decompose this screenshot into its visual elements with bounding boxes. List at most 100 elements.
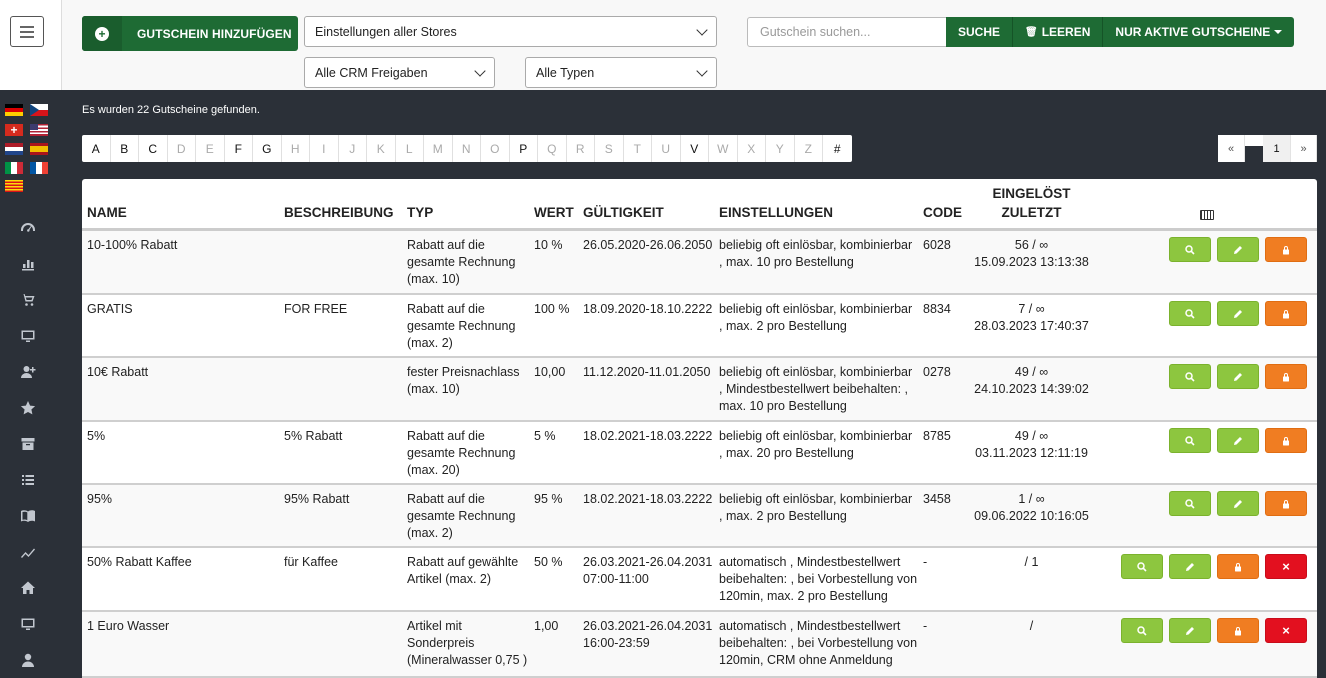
view-button[interactable]	[1121, 618, 1163, 643]
cell-settings: beliebig oft einlösbar, kombinierbar , m…	[719, 429, 913, 461]
clear-button[interactable]: 🗑 LEEREN	[1012, 17, 1102, 47]
search-button[interactable]: SUCHE	[946, 17, 1012, 47]
lock-button[interactable]	[1265, 364, 1307, 389]
alphabet-letter[interactable]: I	[310, 135, 339, 162]
alphabet-letter[interactable]: K	[367, 135, 396, 162]
cell-name: 10-100% Rabatt	[87, 238, 178, 252]
view-button[interactable]	[1169, 301, 1211, 326]
lock-button[interactable]	[1265, 491, 1307, 516]
book-icon[interactable]	[0, 504, 56, 528]
lock-button[interactable]	[1265, 237, 1307, 262]
alphabet-letter[interactable]: S	[595, 135, 624, 162]
col-wert[interactable]: WERT	[534, 205, 574, 220]
delete-button[interactable]: ×	[1265, 618, 1307, 643]
col-settings[interactable]: EINSTELLUNGEN	[719, 205, 833, 220]
store-select[interactable]: Einstellungen aller Stores	[304, 16, 717, 47]
alphabet-letter[interactable]: T	[624, 135, 652, 162]
pager-page[interactable]: 1	[1263, 135, 1291, 162]
alphabet-letter[interactable]: G	[253, 135, 282, 162]
edit-button[interactable]	[1217, 491, 1259, 516]
flag-switzerland-icon[interactable]: +	[5, 124, 23, 136]
alphabet-letter[interactable]: #	[823, 135, 852, 162]
view-button[interactable]	[1169, 237, 1211, 262]
cell-settings: beliebig oft einlösbar, kombinierbar , m…	[719, 238, 913, 270]
alphabet-letter[interactable]: Z	[795, 135, 823, 162]
flag-czech-icon[interactable]	[30, 104, 48, 116]
speedometer-icon[interactable]	[0, 216, 56, 240]
edit-button[interactable]	[1169, 618, 1211, 643]
alphabet-letter[interactable]: X	[738, 135, 766, 162]
col-used[interactable]: EINGELÖST	[964, 186, 1099, 201]
list-icon[interactable]	[0, 468, 56, 492]
flag-italy-icon[interactable]	[5, 162, 23, 174]
alphabet-letter[interactable]: Q	[538, 135, 567, 162]
flag-usa-icon[interactable]	[30, 124, 48, 136]
alphabet-letter[interactable]: A	[82, 135, 111, 162]
add-user-icon[interactable]	[0, 360, 56, 384]
edit-button[interactable]	[1217, 237, 1259, 262]
pager-next[interactable]: »	[1291, 135, 1317, 162]
keyboard-icon[interactable]	[1200, 210, 1214, 220]
lock-button[interactable]	[1217, 554, 1259, 579]
alphabet-letter[interactable]: J	[339, 135, 367, 162]
alphabet-letter[interactable]: F	[225, 135, 253, 162]
alphabet-letter[interactable]: L	[396, 135, 424, 162]
alphabet-letter[interactable]: P	[510, 135, 538, 162]
col-desc[interactable]: BESCHREIBUNG	[284, 205, 394, 220]
alphabet-letter[interactable]: Y	[766, 135, 795, 162]
lock-button[interactable]	[1265, 428, 1307, 453]
delete-button[interactable]: ×	[1265, 554, 1307, 579]
view-button[interactable]	[1169, 491, 1211, 516]
edit-button[interactable]	[1217, 364, 1259, 389]
add-voucher-button[interactable]: + GUTSCHEIN HINZUFÜGEN	[82, 16, 298, 51]
active-only-button[interactable]: NUR AKTIVE GUTSCHEINE	[1102, 17, 1294, 47]
alphabet-letter[interactable]: E	[196, 135, 225, 162]
user-icon[interactable]	[0, 648, 56, 672]
col-valid[interactable]: GÜLTIGKEIT	[583, 205, 664, 220]
desktop-icon[interactable]	[0, 612, 56, 636]
edit-button[interactable]	[1169, 554, 1211, 579]
search-input[interactable]: Gutschein suchen...	[747, 17, 947, 47]
flag-catalonia-icon[interactable]	[5, 180, 23, 192]
alphabet-letter[interactable]: W	[709, 135, 738, 162]
alphabet-letter[interactable]: B	[111, 135, 139, 162]
flag-netherlands-icon[interactable]	[5, 143, 23, 155]
bar-chart-icon[interactable]	[0, 252, 56, 276]
home-icon[interactable]	[0, 576, 56, 600]
monitor-icon[interactable]	[0, 324, 56, 348]
col-code[interactable]: CODE	[923, 205, 962, 220]
crm-select[interactable]: Alle CRM Freigaben	[304, 57, 495, 88]
flag-spain-icon[interactable]	[30, 143, 48, 155]
col-typ[interactable]: TYP	[407, 205, 433, 220]
edit-button[interactable]	[1217, 301, 1259, 326]
alphabet-letter[interactable]: C	[139, 135, 168, 162]
lock-button[interactable]	[1265, 301, 1307, 326]
alphabet-letter[interactable]: H	[282, 135, 310, 162]
col-last[interactable]: ZULETZT	[964, 205, 1099, 220]
col-name[interactable]: NAME	[87, 205, 127, 220]
cart-icon[interactable]	[0, 288, 56, 312]
flag-france-icon[interactable]	[30, 162, 48, 174]
voucher-table: NAME BESCHREIBUNG TYP WERT GÜLTIGKEIT EI…	[82, 179, 1317, 678]
trend-icon[interactable]	[0, 540, 56, 564]
menu-toggle-button[interactable]	[10, 16, 44, 47]
alphabet-letter[interactable]: D	[168, 135, 196, 162]
view-button[interactable]	[1169, 364, 1211, 389]
view-button[interactable]	[1121, 554, 1163, 579]
pager-prev[interactable]: «	[1218, 135, 1245, 162]
edit-button[interactable]	[1217, 428, 1259, 453]
alphabet-letter[interactable]: U	[652, 135, 681, 162]
flag-germany-icon[interactable]	[5, 104, 23, 116]
star-icon[interactable]	[0, 396, 56, 420]
archive-icon[interactable]	[0, 432, 56, 456]
cell-wert: 50 %	[534, 555, 563, 569]
type-select[interactable]: Alle Typen	[525, 57, 717, 88]
alphabet-letter[interactable]: R	[567, 135, 595, 162]
alphabet-letter[interactable]: M	[424, 135, 453, 162]
lock-icon	[1281, 309, 1291, 319]
lock-button[interactable]	[1217, 618, 1259, 643]
view-button[interactable]	[1169, 428, 1211, 453]
alphabet-letter[interactable]: O	[481, 135, 510, 162]
alphabet-letter[interactable]: V	[681, 135, 709, 162]
alphabet-letter[interactable]: N	[453, 135, 481, 162]
